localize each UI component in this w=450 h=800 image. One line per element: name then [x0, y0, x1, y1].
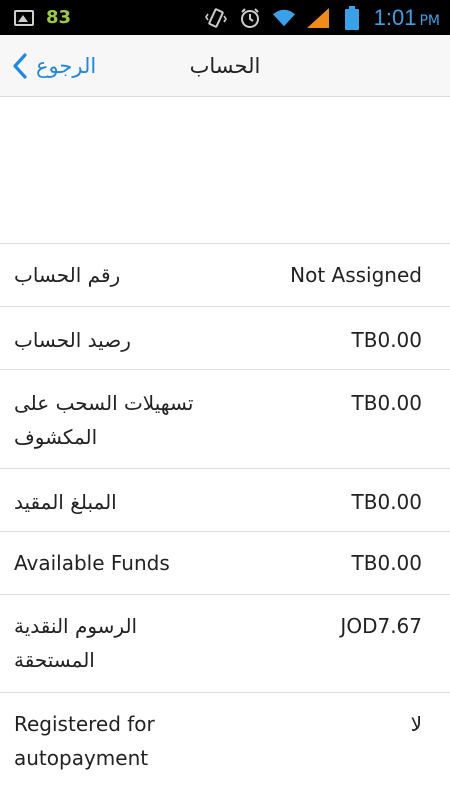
row-value: لا — [410, 712, 422, 736]
signal-icon — [306, 6, 330, 30]
back-button[interactable]: الرجوع — [12, 35, 96, 97]
battery-icon — [340, 5, 364, 30]
account-details: رقم الحساب Not Assigned رصيد الحساب TB0.… — [0, 97, 450, 793]
row-value: Not Assigned — [290, 263, 422, 287]
notification-count: 83 — [46, 7, 72, 28]
wifi-icon — [272, 6, 296, 30]
row-label: رصيد الحساب — [14, 328, 131, 352]
row-label: رقم الحساب — [14, 263, 121, 287]
nav-header: الحساب الرجوع — [0, 35, 450, 97]
row-label: المبلغ المقيد — [14, 490, 117, 514]
list-item-account-number: رقم الحساب Not Assigned — [0, 244, 450, 307]
blank-area — [0, 97, 450, 244]
row-value: TB0.00 — [351, 328, 422, 352]
list-item-autopayment: Registered for autopayment لا — [0, 693, 450, 793]
row-value: JOD7.67 — [340, 614, 422, 638]
image-icon — [14, 9, 34, 26]
list-item-account-balance: رصيد الحساب TB0.00 — [0, 307, 450, 370]
chevron-left-icon — [13, 53, 27, 79]
back-label: الرجوع — [36, 54, 97, 78]
list-item-restricted-amount: المبلغ المقيد TB0.00 — [0, 469, 450, 532]
alarm-icon — [238, 6, 262, 30]
list-item-available-funds: Available Funds TB0.00 — [0, 532, 450, 595]
vibrate-icon — [204, 6, 228, 30]
row-label: Registered for autopayment — [14, 712, 155, 770]
row-label: تسهيلات السحب على المكشوف — [14, 391, 194, 449]
list-item-overdraft: تسهيلات السحب على المكشوف TB0.00 — [0, 370, 450, 469]
row-value: TB0.00 — [351, 490, 422, 514]
row-label: Available Funds — [14, 551, 170, 575]
row-label: الرسوم النقدية المستحقة — [14, 614, 138, 672]
status-bar: 83 1:01 PM — [0, 0, 450, 35]
list-item-cash-fees: الرسوم النقدية المستحقة JOD7.67 — [0, 595, 450, 693]
row-value: TB0.00 — [351, 551, 422, 575]
clock: 1:01 PM — [373, 4, 440, 30]
row-value: TB0.00 — [351, 391, 422, 415]
